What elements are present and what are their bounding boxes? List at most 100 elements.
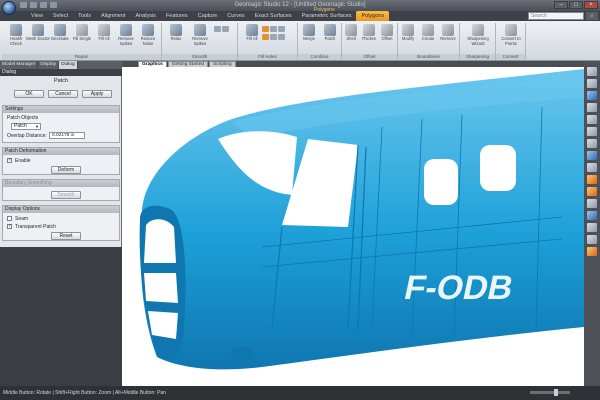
- search-input[interactable]: Search: [528, 12, 584, 20]
- tool-icon[interactable]: [270, 26, 277, 32]
- patch-button[interactable]: Patch: [319, 24, 341, 52]
- tab-exact-surfaces[interactable]: Exact Surfaces: [250, 11, 297, 21]
- shell-button[interactable]: Shell: [342, 24, 360, 52]
- display-options-section: Display Options Seam ✓ Transparent Patch…: [2, 205, 120, 241]
- zoom-icon[interactable]: [587, 115, 597, 124]
- patch-icon: [324, 24, 336, 36]
- ribbon-group-label: Sharpening: [460, 54, 495, 60]
- fill-single-icon: [76, 24, 88, 36]
- orange-tool-icon[interactable]: [262, 26, 269, 32]
- patch-objects-label: Patch Objects: [7, 115, 39, 121]
- offset-button[interactable]: Offset: [378, 24, 396, 52]
- orange-shade-icon[interactable]: [587, 247, 597, 256]
- spikes-icon: [194, 24, 206, 36]
- convert-to-points-button[interactable]: Convert to Points: [498, 24, 524, 52]
- fill-holes-small-tools: [262, 26, 285, 32]
- boundary-smoothing-header[interactable]: Boundary Smoothing: [3, 180, 119, 187]
- tab-features[interactable]: Features: [161, 11, 193, 21]
- health-check-button[interactable]: Health Check: [4, 24, 28, 52]
- patch-objects-select[interactable]: Patch ▼: [11, 123, 41, 130]
- remove-spikes-smooth-button[interactable]: Remove Spikes: [188, 24, 212, 52]
- right-toolbar: [584, 61, 600, 386]
- ribbon-group-label: Boundaries: [398, 54, 459, 60]
- search-icon[interactable]: ⌕: [586, 12, 598, 20]
- zoom-slider[interactable]: [530, 389, 570, 396]
- remove-spikes-button[interactable]: Remove Spikes: [114, 24, 138, 52]
- smooth-button[interactable]: Smooth: [51, 191, 81, 199]
- grid-icon[interactable]: [587, 235, 597, 244]
- view-icon[interactable]: [587, 151, 597, 160]
- remove-boundary-button[interactable]: Remove: [438, 24, 458, 52]
- overlap-distance-label: Overlap Distance:: [7, 133, 47, 139]
- light-icon[interactable]: [587, 199, 597, 208]
- orange-mesh-icon[interactable]: [587, 175, 597, 184]
- apply-button[interactable]: Apply: [82, 90, 112, 98]
- lasso-icon[interactable]: [587, 91, 597, 100]
- graphics-viewport[interactable]: F-ODB: [122, 67, 584, 386]
- transparent-patch-checkbox[interactable]: ✓: [7, 224, 12, 229]
- application-menu-button[interactable]: [2, 1, 16, 15]
- orange-tool-icon[interactable]: [587, 187, 597, 196]
- reduce-noise-button[interactable]: Reduce Noise: [136, 24, 160, 52]
- tab-select[interactable]: Select: [48, 11, 73, 21]
- tab-dialog[interactable]: Dialog: [59, 61, 78, 69]
- tool-icon[interactable]: [278, 34, 285, 40]
- deform-button[interactable]: Deform: [51, 166, 81, 174]
- sharpening-wizard-button[interactable]: Sharpening Wizard: [464, 24, 492, 52]
- enable-checkbox[interactable]: ✓: [7, 158, 12, 163]
- create-boundary-button[interactable]: Create: [418, 24, 438, 52]
- modify-boundary-button[interactable]: Modify: [398, 24, 418, 52]
- rotate-icon[interactable]: [587, 139, 597, 148]
- remove-spikes-icon: [120, 24, 132, 36]
- thicken-icon: [363, 24, 375, 36]
- transparent-patch-label: Transparent Patch: [15, 224, 56, 230]
- minimize-icon[interactable]: –: [554, 1, 568, 9]
- select-icon[interactable]: [587, 79, 597, 88]
- tab-tools[interactable]: Tools: [73, 11, 96, 21]
- arrow-icon[interactable]: [587, 67, 597, 76]
- fill-all-button[interactable]: Fill All: [92, 24, 116, 52]
- overlap-distance-field[interactable]: 0.02179 in: [49, 132, 85, 139]
- panel-empty-area: [0, 247, 122, 386]
- ok-button[interactable]: OK: [14, 90, 44, 98]
- tab-view[interactable]: View: [26, 11, 48, 21]
- ruler-icon[interactable]: [587, 223, 597, 232]
- tool-icon[interactable]: [270, 34, 277, 40]
- tool-icon[interactable]: [222, 26, 229, 32]
- tab-alignment[interactable]: Alignment: [96, 11, 130, 21]
- orange-tool-icon[interactable]: [262, 34, 269, 40]
- tab-analysis[interactable]: Analysis: [130, 11, 160, 21]
- landing-gear-hatch: [230, 347, 254, 359]
- seam-checkbox[interactable]: [7, 216, 12, 221]
- tab-polygons[interactable]: Polygons: [356, 11, 390, 21]
- tab-model-manager[interactable]: Model Manager: [0, 61, 39, 69]
- tab-capture[interactable]: Capture: [193, 11, 223, 21]
- close-icon[interactable]: ×: [584, 1, 598, 9]
- patch-deformation-header[interactable]: Patch Deformation: [3, 148, 119, 155]
- relax-button[interactable]: Relax: [164, 24, 188, 52]
- fill-all-holes-button[interactable]: Fill All: [240, 24, 264, 52]
- reset-button[interactable]: Reset: [51, 232, 81, 240]
- sharpening-wizard-icon: [472, 24, 484, 36]
- tab-curves[interactable]: Curves: [222, 11, 249, 21]
- tool-icon[interactable]: [214, 26, 221, 32]
- thicken-button[interactable]: Thicken: [360, 24, 378, 52]
- tool-icon[interactable]: [278, 26, 285, 32]
- ribbon-group-label: Smooth: [162, 54, 237, 60]
- modify-boundary-icon: [402, 24, 414, 36]
- cancel-button[interactable]: Cancel: [48, 90, 78, 98]
- pan-icon[interactable]: [587, 127, 597, 136]
- merge-icon: [303, 24, 315, 36]
- fit-icon[interactable]: [587, 163, 597, 172]
- merge-button[interactable]: Merge: [298, 24, 320, 52]
- mesh-doctor-button[interactable]: Mesh Doctor: [26, 24, 50, 52]
- display-options-header[interactable]: Display Options: [3, 206, 119, 213]
- health-check-icon: [10, 24, 22, 36]
- restore-icon[interactable]: □: [569, 1, 583, 9]
- display-icon[interactable]: [587, 211, 597, 220]
- fill-single-button[interactable]: Fill Single: [70, 24, 94, 52]
- tab-display[interactable]: Display: [38, 61, 60, 69]
- settings-header[interactable]: Settings: [3, 106, 119, 113]
- brush-icon[interactable]: [587, 103, 597, 112]
- decimate-button[interactable]: Decimate: [48, 24, 72, 52]
